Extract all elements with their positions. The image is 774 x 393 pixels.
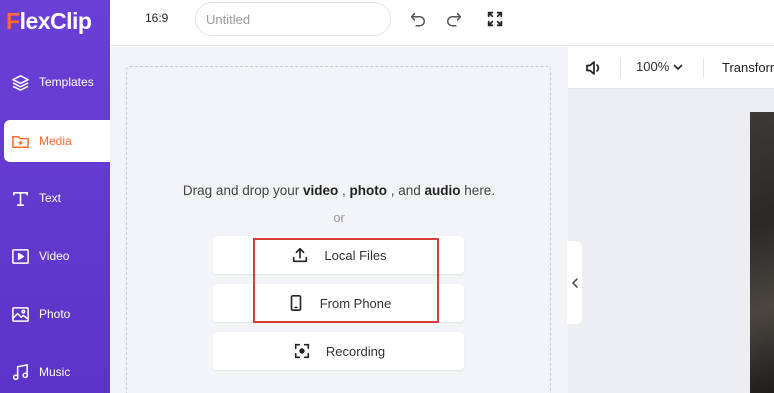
layers-icon	[10, 72, 30, 92]
sidebar-item-templates[interactable]: Templates	[0, 61, 110, 103]
chevron-down-icon	[673, 62, 683, 72]
zoom-selector[interactable]: 100%	[636, 59, 683, 74]
highlight-annotation	[253, 238, 439, 323]
toolbar-divider	[620, 58, 621, 78]
aspect-ratio-selector[interactable]: 16:9	[145, 11, 168, 25]
zoom-value: 100%	[636, 59, 670, 74]
toolbar-divider	[703, 58, 704, 78]
logo-text-rest: lexClip	[19, 7, 92, 34]
recording-button[interactable]: Recording	[213, 332, 464, 370]
volume-icon[interactable]	[584, 58, 604, 83]
redo-icon[interactable]	[443, 8, 465, 30]
text-icon	[10, 188, 30, 208]
folder-plus-icon	[10, 131, 30, 151]
record-icon	[292, 341, 312, 361]
sidebar-item-label: Photo	[39, 307, 71, 321]
undo-icon[interactable]	[407, 8, 429, 30]
fullscreen-icon[interactable]	[484, 8, 506, 30]
photo-icon	[10, 304, 30, 324]
chevron-left-icon	[570, 277, 580, 289]
collapse-panel-handle[interactable]	[567, 241, 582, 324]
video-icon	[10, 246, 30, 266]
sidebar-item-music[interactable]: Music	[0, 351, 110, 393]
preview-canvas	[568, 89, 774, 393]
button-label: Recording	[325, 343, 386, 359]
drag-drop-instructions: Drag and drop your video , photo , and a…	[182, 183, 496, 198]
top-toolbar: 16:9	[110, 0, 774, 46]
sidebar-item-label: Media	[39, 134, 72, 148]
sidebar-item-text[interactable]: Text	[0, 177, 110, 219]
music-icon	[10, 362, 30, 382]
video-preview-frame[interactable]	[750, 112, 774, 393]
sidebar-item-label: Text	[39, 191, 62, 205]
project-title-input[interactable]	[195, 2, 391, 36]
sidebar: FlexClip Templates Media Text Video Phot…	[0, 0, 110, 393]
sidebar-item-photo[interactable]: Photo	[0, 293, 110, 335]
logo-letter-f: F	[6, 7, 20, 34]
sidebar-item-label: Music	[39, 365, 71, 379]
sidebar-item-label: Video	[39, 249, 70, 263]
or-separator: or	[333, 210, 345, 225]
sidebar-item-media[interactable]: Media	[4, 120, 110, 162]
flexclip-logo[interactable]: FlexClip	[6, 6, 92, 36]
sidebar-item-label: Templates	[39, 75, 94, 89]
sidebar-item-video[interactable]: Video	[0, 235, 110, 277]
transform-button[interactable]: Transform	[722, 60, 774, 75]
